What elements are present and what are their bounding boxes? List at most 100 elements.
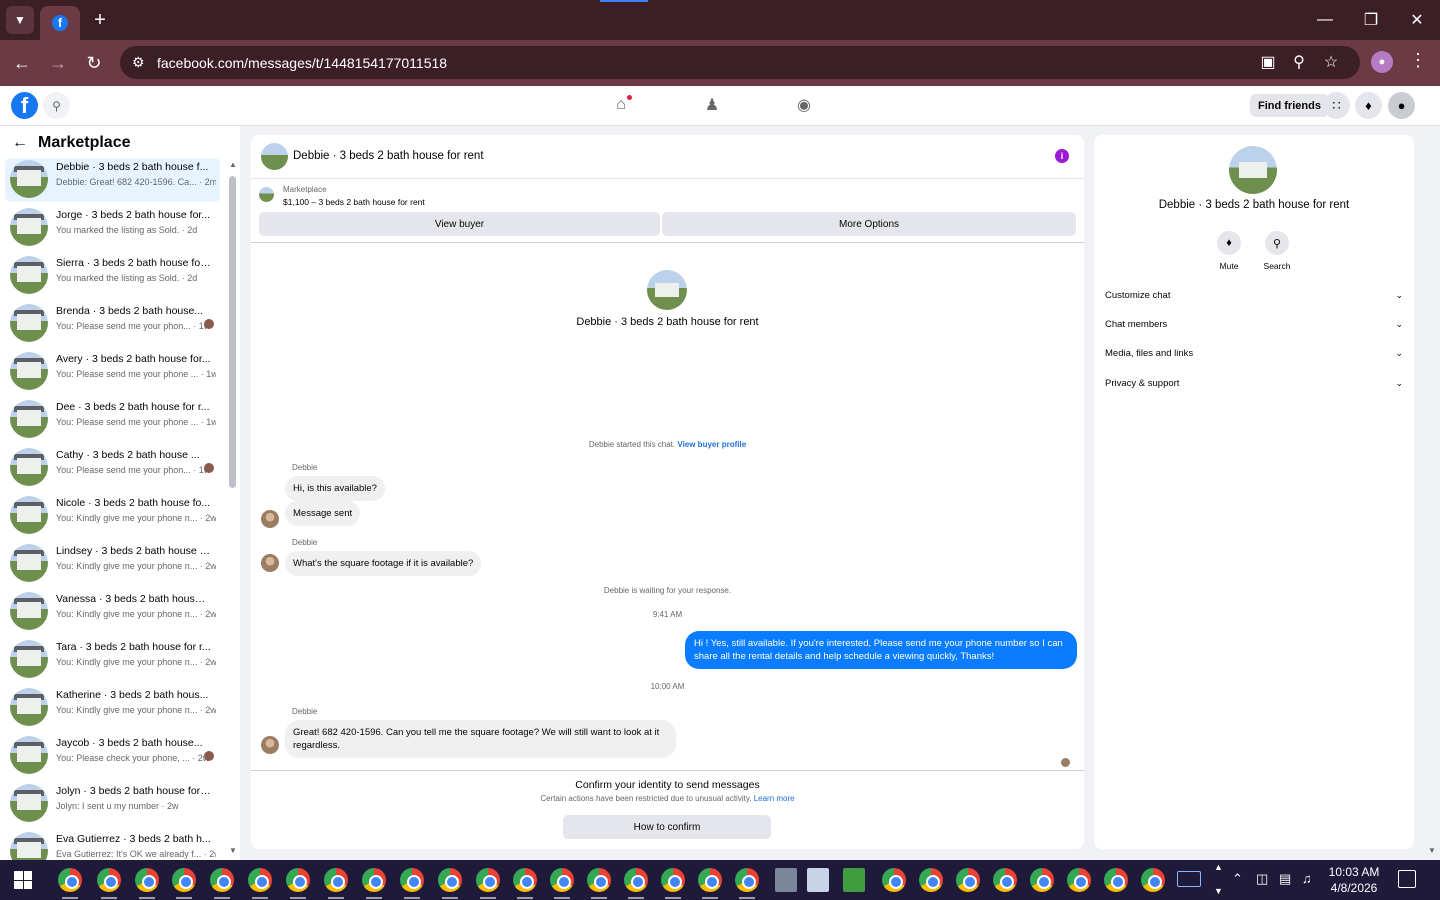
scroll-down-arrow-icon[interactable]: ▼ — [229, 846, 237, 855]
conversation-list-scrollbar[interactable] — [229, 176, 236, 488]
conversation-item[interactable]: Debbie · 3 beds 2 bath house f... Debbie:… — [5, 158, 220, 202]
conversation-item[interactable]: Vanessa · 3 beds 2 bath house f... You: K… — [5, 590, 220, 634]
windows-start-icon[interactable] — [14, 871, 32, 889]
forward-arrow-icon[interactable]: → — [45, 50, 71, 76]
new-tab-plus-icon[interactable]: + — [88, 8, 112, 32]
chrome-profile-taskbar-icon[interactable] — [1141, 868, 1165, 892]
chrome-profile-taskbar-icon[interactable] — [362, 868, 386, 892]
chrome-profile-taskbar-icon[interactable] — [661, 868, 685, 892]
outgoing-message-bubble[interactable]: Hi ! Yes, still available. If you're int… — [685, 631, 1077, 669]
message-bubble[interactable]: Message sent — [285, 501, 361, 526]
conversation-item[interactable]: Brenda · 3 beds 2 bath house... You: Plea… — [5, 302, 220, 346]
chrome-profile-taskbar-icon[interactable] — [993, 868, 1017, 892]
conversation-item[interactable]: Lindsey · 3 beds 2 bath house f... You: K… — [5, 542, 220, 586]
back-arrow-icon[interactable]: ← — [9, 50, 35, 76]
chrome-profile-taskbar-icon[interactable] — [324, 868, 348, 892]
address-bar[interactable]: ⚙ facebook.com/messages/t/14481541770115… — [120, 46, 1360, 79]
chrome-profile-taskbar-icon[interactable] — [476, 868, 500, 892]
chrome-profile-taskbar-icon[interactable] — [58, 868, 82, 892]
view-buyer-profile-link[interactable]: View buyer profile — [677, 440, 746, 449]
conversation-item[interactable]: Jaycob · 3 beds 2 bath house... You: Plea… — [5, 734, 220, 778]
network-icon[interactable]: ▤ — [1279, 871, 1291, 887]
chrome-profile-taskbar-icon[interactable] — [919, 868, 943, 892]
sender-avatar[interactable] — [261, 510, 279, 528]
taskbar-clock[interactable]: 10:03 AM 4/8/2026 — [1318, 864, 1390, 896]
chrome-profile-taskbar-icon[interactable] — [135, 868, 159, 892]
view-buyer-button[interactable]: View buyer — [259, 212, 660, 236]
chrome-profile-taskbar-icon[interactable] — [1030, 868, 1054, 892]
facebook-logo-icon[interactable]: f — [11, 92, 38, 119]
chrome-profile-taskbar-icon[interactable] — [882, 868, 906, 892]
conversation-item[interactable]: Nicole · 3 beds 2 bath house fo... You: K… — [5, 494, 220, 538]
conversation-item[interactable]: Sierra · 3 beds 2 bath house for... You m… — [5, 254, 220, 298]
sender-avatar[interactable] — [261, 736, 279, 754]
sender-avatar[interactable] — [261, 554, 279, 572]
chrome-profile-taskbar-icon[interactable] — [248, 868, 272, 892]
chrome-profile-taskbar-icon[interactable] — [587, 868, 611, 892]
reload-icon[interactable]: ↻ — [81, 50, 107, 76]
media-files-links-section[interactable]: Media, files and links ⌄ — [1105, 348, 1403, 366]
back-arrow-icon[interactable]: ← — [12, 134, 28, 152]
more-options-button[interactable]: More Options — [662, 212, 1076, 236]
site-settings-icon[interactable]: ⚙ — [132, 54, 145, 71]
chrome-profile-taskbar-icon[interactable] — [1067, 868, 1091, 892]
profile-avatar-icon[interactable]: ● — [1371, 51, 1393, 73]
contacts-taskbar-icon[interactable] — [807, 868, 829, 892]
conversation-item[interactable]: Jolyn · 3 beds 2 bath house for ... Jolyn… — [5, 782, 220, 826]
chrome-profile-taskbar-icon[interactable] — [513, 868, 537, 892]
groups-icon[interactable]: ◉ — [793, 94, 815, 116]
zoom-icon[interactable]: ⚲ — [1288, 52, 1310, 72]
conversation-item[interactable]: Jorge · 3 beds 2 bath house for... You ma… — [5, 206, 220, 250]
conversation-item[interactable]: Tara · 3 beds 2 bath house for r... You: … — [5, 638, 220, 682]
message-bubble[interactable]: Great! 682 420-1596. Can you tell me the… — [285, 720, 676, 758]
customize-chat-section[interactable]: Customize chat ⌄ — [1105, 290, 1403, 308]
conversation-item[interactable]: Avery · 3 beds 2 bath house for... You: P… — [5, 350, 220, 394]
volume-icon[interactable]: ♫ — [1302, 871, 1312, 886]
taskbar-scroll-down-icon[interactable]: ▼ — [1214, 886, 1223, 896]
conversation-item[interactable]: Eva Gutierrez · 3 beds 2 bath h... Eva Gu… — [5, 830, 220, 860]
spreadsheet-taskbar-icon[interactable] — [843, 868, 865, 892]
chrome-profile-taskbar-icon[interactable] — [550, 868, 574, 892]
scroll-up-arrow-icon[interactable]: ▲ — [229, 160, 237, 169]
message-bubble[interactable]: What's the square footage if it is avail… — [285, 551, 482, 576]
chat-title[interactable]: Debbie · 3 beds 2 bath house for rent — [293, 150, 484, 162]
how-to-confirm-button[interactable]: How to confirm — [563, 815, 771, 839]
chrome-profile-taskbar-icon[interactable] — [97, 868, 121, 892]
details-avatar[interactable] — [1229, 146, 1277, 194]
bookmark-star-icon[interactable]: ☆ — [1320, 52, 1342, 72]
close-window-icon[interactable]: ✕ — [1402, 8, 1432, 32]
chat-members-section[interactable]: Chat members ⌄ — [1105, 319, 1403, 337]
info-icon[interactable]: i — [1055, 149, 1069, 163]
action-center-icon[interactable] — [1398, 870, 1416, 888]
friends-icon[interactable]: ♟ — [701, 94, 723, 116]
search-icon[interactable]: ⚲ — [43, 92, 70, 119]
minimize-icon[interactable]: — — [1310, 8, 1340, 32]
notifications-bell-icon[interactable]: ♦ — [1355, 92, 1382, 119]
chrome-profile-taskbar-icon[interactable] — [698, 868, 722, 892]
chrome-profile-taskbar-icon[interactable] — [438, 868, 462, 892]
restore-icon[interactable]: ❐ — [1356, 8, 1386, 32]
install-app-icon[interactable]: ▣ — [1257, 52, 1279, 72]
chrome-profile-taskbar-icon[interactable] — [286, 868, 310, 892]
chrome-profile-taskbar-icon[interactable] — [956, 868, 980, 892]
chrome-profile-taskbar-icon[interactable] — [1104, 868, 1128, 892]
touch-keyboard-icon[interactable] — [1177, 871, 1201, 887]
menu-grid-icon[interactable]: ∷ — [1323, 92, 1350, 119]
conversation-item[interactable]: Katherine · 3 beds 2 bath hous... You: Ki… — [5, 686, 220, 730]
meet-now-icon[interactable]: ◫ — [1256, 871, 1268, 887]
tab-search-chevron-icon[interactable]: ▼ — [6, 6, 34, 34]
chrome-profile-taskbar-icon[interactable] — [172, 868, 196, 892]
conversation-item[interactable]: Dee · 3 beds 2 bath house for r... You: P… — [5, 398, 220, 442]
search-button[interactable]: ⚲ Search — [1257, 231, 1297, 271]
chrome-profile-taskbar-icon[interactable] — [735, 868, 759, 892]
mute-button[interactable]: ♦ Mute — [1209, 231, 1249, 271]
chat-avatar[interactable] — [261, 143, 288, 170]
chrome-profile-taskbar-icon[interactable] — [400, 868, 424, 892]
find-friends-button[interactable]: Find friends — [1250, 94, 1329, 117]
chrome-profile-taskbar-icon[interactable] — [624, 868, 648, 892]
learn-more-link[interactable]: Learn more — [754, 794, 795, 803]
browser-tab-facebook[interactable]: f — [40, 6, 80, 40]
page-scroll-down-arrow-icon[interactable]: ▼ — [1428, 846, 1436, 855]
app-taskbar-icon[interactable] — [775, 868, 797, 892]
privacy-support-section[interactable]: Privacy & support ⌄ — [1105, 378, 1403, 396]
